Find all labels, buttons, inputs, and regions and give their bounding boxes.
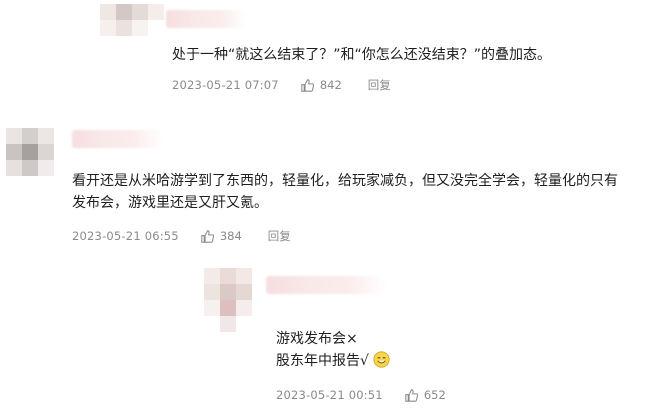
comment-text: 看开还是从米哈游学到了东西的，轻量化，给玩家减负，但又没完全学会，轻量化的只有 … (72, 173, 618, 211)
like-count: 384 (219, 229, 242, 243)
like-button[interactable]: 652 (405, 388, 446, 402)
comment-text: 处于一种“就这么结束了？”和“你怎么还没结束？”的叠加态。 (172, 47, 552, 63)
username-blurred[interactable] (166, 10, 246, 28)
like-count: 842 (319, 78, 342, 92)
smile-emoji-icon (373, 351, 390, 368)
timestamp: 2023-05-21 06:55 (72, 229, 179, 243)
username-blurred[interactable] (72, 130, 162, 148)
avatar[interactable] (6, 128, 54, 176)
comment-meta: 2023-05-21 07:07 842 回复 (172, 77, 391, 93)
comment-meta: 2023-05-21 06:55 384 回复 (72, 228, 291, 244)
timestamp: 2023-05-21 00:51 (276, 388, 383, 402)
username-blurred[interactable] (266, 276, 386, 294)
avatar[interactable] (204, 268, 252, 332)
comment-line: 股东年中报告√ (276, 353, 369, 369)
thumbs-up-icon (201, 229, 214, 243)
avatar[interactable] (100, 4, 164, 36)
thumbs-up-icon (301, 78, 314, 92)
comment-meta: 2023-05-21 00:51 652 (276, 388, 472, 402)
like-button[interactable]: 384 (201, 229, 242, 243)
comment-text: 游戏发布会× 股东年中报告√ (276, 328, 390, 372)
reply-button[interactable]: 回复 (268, 228, 291, 244)
like-button[interactable]: 842 (301, 78, 342, 92)
like-count: 652 (423, 388, 446, 402)
thumbs-up-icon (405, 388, 418, 402)
reply-button[interactable]: 回复 (368, 77, 391, 93)
timestamp: 2023-05-21 07:07 (172, 78, 279, 92)
